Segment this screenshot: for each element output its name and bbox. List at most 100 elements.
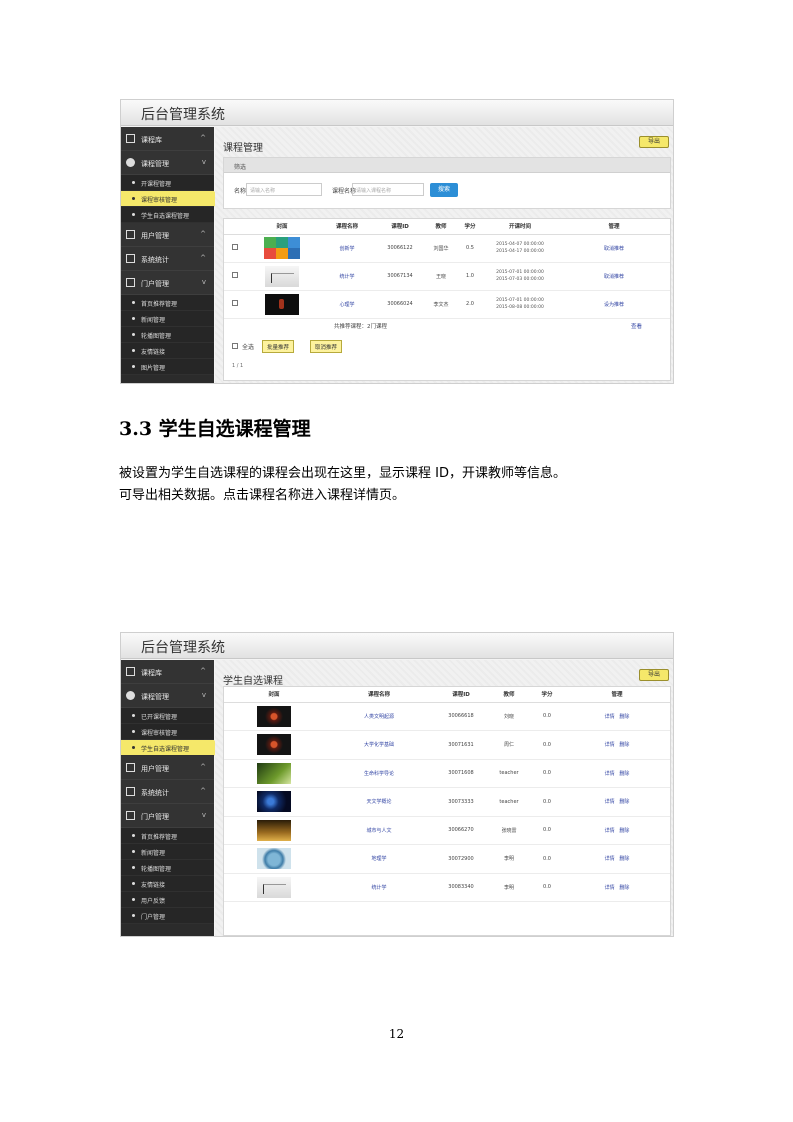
col-header-credit: 学分 <box>458 219 482 235</box>
col-header-teacher: 教师 <box>488 687 530 703</box>
page-title: 学生自选课程 <box>223 676 283 687</box>
sidebar-item-portal-manage[interactable]: 门户管理 <box>121 908 214 924</box>
course-name-link[interactable]: 创新学 <box>339 246 354 252</box>
export-button[interactable]: 导出 <box>639 136 669 148</box>
sidebar-item-home-recommend[interactable]: 首页推荐管理 <box>121 295 214 311</box>
detail-link[interactable]: 详情 <box>605 856 615 862</box>
sidebar-group-user-management[interactable]: 用户管理 ^ <box>121 756 214 780</box>
toggle-recommend-link[interactable]: 设为推荐 <box>604 302 624 308</box>
detail-link[interactable]: 详情 <box>605 714 615 720</box>
sidebar: 课程库 ^ 课程管理 v 已开课程管理 课程审核管理 学生自选课程管理 用户管理… <box>121 660 220 936</box>
chevron-up-icon: ^ <box>200 763 206 771</box>
sidebar-group-user-management[interactable]: 用户管理 ^ <box>121 223 214 247</box>
delete-link[interactable]: 删除 <box>619 771 629 777</box>
table-row: 地理学 30072900 李明 0.0 详情 删除 <box>224 844 670 874</box>
filter-panel: 筛选 名称 请输入名称 课程名称 请输入课程名称 搜索 <box>223 157 671 209</box>
bullet-icon <box>132 365 135 368</box>
delete-link[interactable]: 删除 <box>619 714 629 720</box>
select-all-checkbox[interactable] <box>232 343 238 349</box>
course-name-link[interactable]: 城市与人文 <box>366 828 391 834</box>
sidebar-group-course-library[interactable]: 课程库 ^ <box>121 660 214 684</box>
detail-link[interactable]: 详情 <box>605 742 615 748</box>
sidebar-group-portal[interactable]: 门户管理 v <box>121 271 214 295</box>
sidebar-item-links[interactable]: 友情链接 <box>121 876 214 892</box>
teacher-name: teacher <box>488 787 530 817</box>
screenshot-course-management: 后台管理系统 课程库 ^ 课程管理 v 开课程管理 课程审核管理 学生自选课程管… <box>120 99 674 384</box>
sidebar-item-opened-courses[interactable]: 开课程管理 <box>121 175 214 191</box>
sidebar-group-course-management[interactable]: 课程管理 v <box>121 151 214 175</box>
row-checkbox[interactable] <box>232 300 238 306</box>
course-name-link[interactable]: 统计学 <box>371 885 386 891</box>
sidebar-item-carousel[interactable]: 轮播图管理 <box>121 860 214 876</box>
start-time: 2015-04-07 00:00:00 <box>496 242 544 247</box>
sidebar-group-statistics[interactable]: 系统统计 ^ <box>121 247 214 271</box>
detail-link[interactable]: 详情 <box>605 828 615 834</box>
delete-link[interactable]: 删除 <box>619 885 629 891</box>
sidebar-item-label: 学生自选课程管理 <box>141 746 190 753</box>
pie-chart-icon <box>126 158 135 167</box>
delete-link[interactable]: 删除 <box>619 799 629 805</box>
sidebar-item-home-recommend[interactable]: 首页推荐管理 <box>121 828 214 844</box>
grid-icon <box>126 230 135 239</box>
course-name-link[interactable]: 地理学 <box>371 856 386 862</box>
sidebar-item-elective-courses[interactable]: 学生自选课程管理 <box>121 740 220 756</box>
bulk-recommend-button[interactable]: 批量推荐 <box>262 340 295 353</box>
course-cover-image <box>257 819 291 841</box>
bulk-cancel-button[interactable]: 取消推荐 <box>310 340 343 353</box>
pager[interactable]: 1 / 1 <box>232 363 243 369</box>
teacher-name: 刘晓 <box>488 702 530 731</box>
course-name-link[interactable]: 生命科学导论 <box>364 771 394 777</box>
table-row: 生命科学导论 30071608 teacher 0.0 详情 删除 <box>224 759 670 788</box>
chevron-up-icon: ^ <box>200 787 206 795</box>
course-table-panel: 封面 课程名称 课程ID 教师 学分 开课时间 管理 创新学 30066122 … <box>223 218 671 381</box>
name-input[interactable]: 请输入名称 <box>246 183 322 196</box>
select-all-label: 全选 <box>242 344 255 351</box>
sidebar-item-news[interactable]: 新闻管理 <box>121 844 214 860</box>
sidebar-item-images[interactable]: 图片管理 <box>121 359 214 375</box>
row-checkbox[interactable] <box>232 272 238 278</box>
chevron-down-icon: v <box>201 158 206 166</box>
col-header-name: 课程名称 <box>324 687 434 703</box>
sidebar-item-label: 图片管理 <box>141 365 166 372</box>
sidebar-item-label: 轮播图管理 <box>141 333 172 340</box>
detail-link[interactable]: 详情 <box>605 885 615 891</box>
paragraph-2: 可导出相关数据。点击课程名称进入课程详情页。 <box>119 488 406 503</box>
toggle-recommend-link[interactable]: 取消推荐 <box>604 274 624 280</box>
course-name-link[interactable]: 大学化学基础 <box>364 742 394 748</box>
sidebar-group-label: 课程管理 <box>141 693 169 701</box>
sidebar-group-portal[interactable]: 门户管理 v <box>121 804 214 828</box>
sidebar-group-course-library[interactable]: 课程库 ^ <box>121 127 214 151</box>
course-name-link[interactable]: 心理学 <box>339 302 354 308</box>
bullet-icon <box>132 834 135 837</box>
detail-link[interactable]: 详情 <box>605 799 615 805</box>
table-header-row: 封面 课程名称 课程ID 教师 学分 管理 <box>224 687 670 703</box>
course-name-link[interactable]: 统计学 <box>339 274 354 280</box>
sidebar-group-statistics[interactable]: 系统统计 ^ <box>121 780 214 804</box>
main-content: 学生自选课程 导出 封面 课程名称 课程ID 教师 学分 管理 人类文明起源 30… <box>215 660 673 936</box>
sidebar-item-course-review[interactable]: 课程审核管理 <box>121 724 214 740</box>
delete-link[interactable]: 删除 <box>619 828 629 834</box>
row-checkbox[interactable] <box>232 244 238 250</box>
top-bar: 后台管理系统 <box>121 100 673 126</box>
course-name-link[interactable]: 天文学概论 <box>366 799 391 805</box>
sidebar-item-opened-courses[interactable]: 已开课程管理 <box>121 708 214 724</box>
search-button[interactable]: 搜索 <box>430 183 458 197</box>
detail-link[interactable]: 详情 <box>605 771 615 777</box>
sidebar-item-feedback[interactable]: 用户反馈 <box>121 892 214 908</box>
summary-link[interactable]: 查看 <box>631 322 642 330</box>
delete-link[interactable]: 删除 <box>619 856 629 862</box>
toggle-recommend-link[interactable]: 取消推荐 <box>604 246 624 252</box>
sidebar-item-links[interactable]: 友情链接 <box>121 343 214 359</box>
brand-title: 后台管理系统 <box>141 640 225 656</box>
delete-link[interactable]: 删除 <box>619 742 629 748</box>
course-name-input[interactable]: 请输入课程名称 <box>352 183 424 196</box>
sidebar-item-news[interactable]: 新闻管理 <box>121 311 214 327</box>
bullet-icon <box>132 898 135 901</box>
sidebar-item-elective-courses[interactable]: 学生自选课程管理 <box>121 207 214 223</box>
sidebar-item-course-review[interactable]: 课程审核管理 <box>121 191 220 207</box>
export-button[interactable]: 导出 <box>639 669 669 681</box>
course-name-link[interactable]: 人类文明起源 <box>364 714 394 720</box>
sidebar-item-carousel[interactable]: 轮播图管理 <box>121 327 214 343</box>
credit-value: 0.0 <box>530 702 564 731</box>
sidebar-group-course-management[interactable]: 课程管理 v <box>121 684 214 708</box>
